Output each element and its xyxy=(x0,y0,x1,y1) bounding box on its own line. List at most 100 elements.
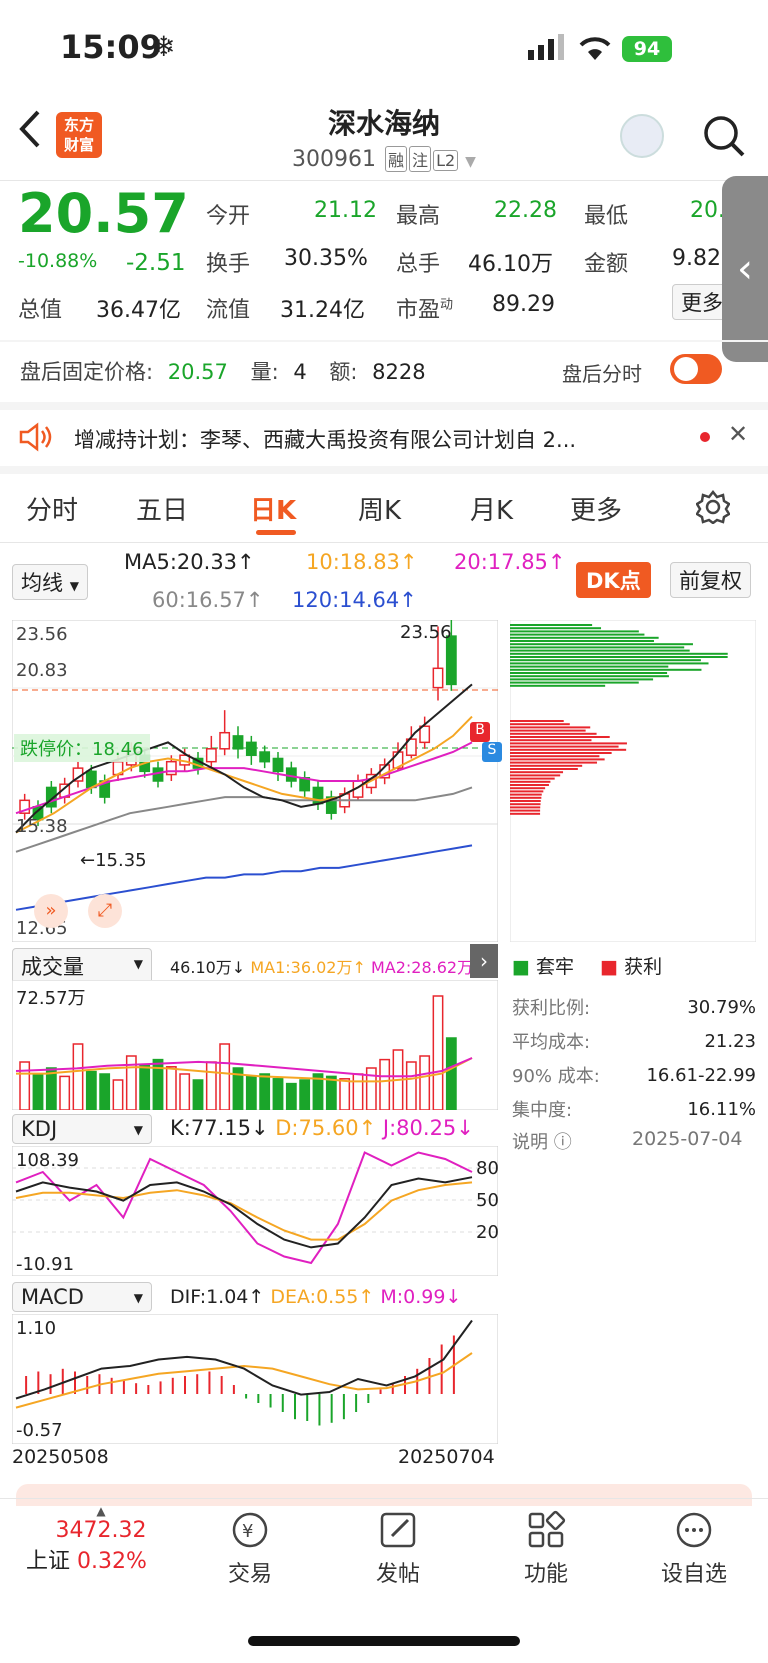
chip-bar xyxy=(510,806,540,808)
chip-bar xyxy=(510,627,601,629)
chip-bar xyxy=(510,749,626,751)
macd-y-bot: -0.57 xyxy=(16,1420,63,1441)
status-time: 15:09 xyxy=(60,28,162,66)
volume-bar xyxy=(380,1060,389,1110)
volume-bar xyxy=(300,1080,309,1110)
low-label: 最低 xyxy=(584,198,628,230)
chip-bar xyxy=(510,630,639,632)
chip-row: 集中度: 16.11% xyxy=(512,1092,756,1126)
chip-bar xyxy=(510,774,560,776)
tab-daily[interactable]: 日K xyxy=(250,490,296,527)
snowflake-icon: ❄ xyxy=(152,30,175,63)
index-ticker[interactable]: ▲ 3472.32 上证 0.32% xyxy=(26,1504,176,1575)
chip-row: 平均成本: 21.23 xyxy=(512,1024,756,1058)
float-label: 流值 xyxy=(206,292,250,324)
chip-stats: 获利比例: 30.79% 平均成本: 21.23 90% 成本: 16.61-22.9… xyxy=(512,990,756,1126)
chip-bar xyxy=(510,813,540,815)
chip-bar xyxy=(510,678,653,680)
kdj-y-top: 108.39 xyxy=(16,1150,79,1171)
volume-selector[interactable]: 成交量 ▼ xyxy=(12,948,152,984)
chip-bar xyxy=(510,768,578,770)
ma5-legend: MA5:20.33↑ xyxy=(124,550,255,574)
stock-code: 300961 xyxy=(292,147,376,172)
expand-icon[interactable]: » xyxy=(34,894,68,928)
chip-bar xyxy=(510,634,644,636)
chip-bar xyxy=(510,659,701,661)
fullscreen-icon[interactable]: ⤢ xyxy=(88,894,122,928)
kdj-chart xyxy=(12,1146,498,1276)
functions-icon[interactable] xyxy=(526,1510,566,1550)
tab-weekly[interactable]: 周K xyxy=(358,490,401,527)
high-value: 22.28 xyxy=(494,198,557,223)
tab-five-day[interactable]: 五日 xyxy=(136,490,188,527)
chip-bar xyxy=(510,643,693,645)
nav-functions[interactable]: 功能 xyxy=(476,1556,616,1588)
candle xyxy=(167,762,176,775)
tab-more[interactable]: 更多 xyxy=(570,490,622,527)
chevron-down-icon[interactable]: ▼ xyxy=(465,154,476,170)
notice-text[interactable]: 增减持计划：李琴、西藏大禹投资有限公司计划自 2... xyxy=(74,424,674,454)
volume-bar xyxy=(207,1062,216,1110)
tag-margin: 融 xyxy=(385,146,407,172)
post-icon[interactable] xyxy=(378,1510,418,1550)
after-hours-price: 20.57 xyxy=(168,360,228,384)
chip-bar xyxy=(510,720,564,722)
candle xyxy=(433,668,442,687)
kline-chart[interactable] xyxy=(12,620,498,942)
tab-intraday[interactable]: 分时 xyxy=(26,490,78,527)
robot-avatar-icon[interactable] xyxy=(620,114,664,158)
svg-text:¥: ¥ xyxy=(242,1521,253,1542)
tab-monthly[interactable]: 月K xyxy=(470,490,513,527)
nav-watchlist[interactable]: 设自选 xyxy=(624,1556,764,1588)
chip-bar xyxy=(510,742,627,744)
tag-l2: L2 xyxy=(433,150,458,171)
trade-icon[interactable]: ¥ xyxy=(230,1510,270,1550)
after-hours-toggle[interactable] xyxy=(670,354,722,384)
volume-bar xyxy=(340,1079,349,1110)
candle xyxy=(247,742,256,755)
volume-bar xyxy=(327,1076,336,1110)
chip-bar xyxy=(510,672,667,674)
chip-bar xyxy=(510,781,550,783)
chip-bar xyxy=(510,752,612,754)
kdj-selector[interactable]: KDJ ▼ xyxy=(12,1114,152,1144)
kdj-level-80: 80 xyxy=(476,1158,499,1179)
side-handle[interactable]: ‹ xyxy=(722,176,768,362)
chip-note[interactable]: 说明 ⓘ xyxy=(512,1128,572,1154)
chip-bar xyxy=(510,646,684,648)
macd-selector[interactable]: MACD ▼ xyxy=(12,1282,152,1312)
volume-bar xyxy=(220,1044,229,1110)
chip-bar xyxy=(510,787,545,789)
volume-bar xyxy=(273,1079,282,1110)
close-icon[interactable]: ✕ xyxy=(728,420,748,448)
after-hours-toggle-label: 盘后分时 xyxy=(562,358,642,387)
volume-bar xyxy=(433,996,442,1110)
nav-trade[interactable]: 交易 xyxy=(180,1556,320,1588)
candle xyxy=(420,726,429,742)
ad-banner[interactable] xyxy=(16,1484,752,1506)
adjust-button[interactable]: 前复权 xyxy=(670,562,751,598)
chevron-right-icon[interactable]: › xyxy=(470,944,498,978)
chip-bar xyxy=(510,736,610,738)
chip-bar xyxy=(510,778,555,780)
chip-row: 90% 成本: 16.61-22.99 xyxy=(512,1058,756,1092)
settings-icon[interactable] xyxy=(696,490,730,524)
ma-selector[interactable]: 均线 ▼ xyxy=(12,564,88,600)
volume-bar xyxy=(247,1076,256,1110)
chip-distribution-chart xyxy=(510,620,756,942)
last-price: 20.57 xyxy=(18,182,189,245)
volume-bar xyxy=(73,1044,82,1110)
chip-bar xyxy=(510,784,549,786)
nav-post[interactable]: 发帖 xyxy=(328,1556,468,1588)
change-value: -2.51 xyxy=(126,250,186,276)
chip-bar xyxy=(510,666,668,668)
kline-y-l2: 15.38 xyxy=(16,816,68,837)
chip-row: 获利比例: 30.79% xyxy=(512,990,756,1024)
pe-label: 市盈动 xyxy=(396,292,453,324)
kline-y-top: 23.56 xyxy=(16,624,68,645)
dk-point-button[interactable]: DK点 xyxy=(576,562,651,598)
chip-bar xyxy=(510,765,582,767)
watchlist-icon[interactable] xyxy=(674,1510,714,1550)
search-icon[interactable] xyxy=(702,114,746,158)
chip-bar xyxy=(510,810,540,812)
